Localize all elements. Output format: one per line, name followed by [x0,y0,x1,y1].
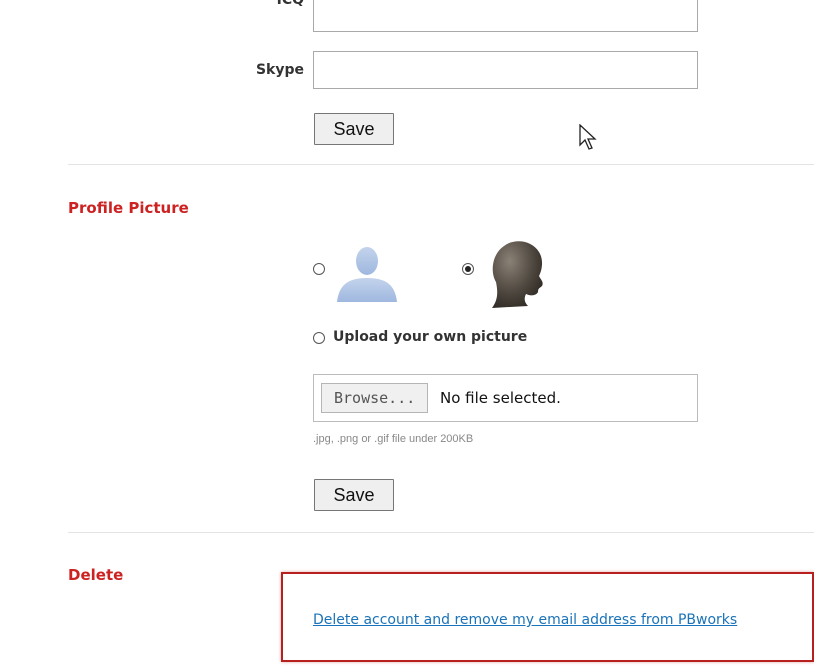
mouse-cursor-icon [579,124,597,150]
skype-field[interactable] [313,51,698,89]
file-type-hint: .jpg, .png or .gif file under 200KB [313,433,474,445]
default-avatar-icon[interactable] [333,244,401,302]
delete-account-link[interactable]: Delete account and remove my email addre… [313,612,737,628]
profile-picture-title: Profile Picture [68,199,189,217]
divider [68,164,814,165]
upload-picture-label[interactable]: Upload your own picture [333,329,527,345]
divider [68,532,814,533]
upload-picture-radio[interactable] [313,332,325,344]
silhouette-avatar-radio[interactable] [462,263,474,275]
picture-save-button[interactable]: Save [314,479,394,511]
silhouette-head-icon[interactable] [484,238,552,308]
skype-label: Skype [255,62,304,78]
browse-button[interactable]: Browse... [321,383,429,413]
icq-field[interactable] [313,0,698,32]
file-status-text: No file selected. [440,389,561,407]
delete-title: Delete [68,566,124,584]
contact-save-button[interactable]: Save [314,113,394,145]
icq-label: ICQ [276,0,304,8]
default-avatar-radio[interactable] [313,263,325,275]
